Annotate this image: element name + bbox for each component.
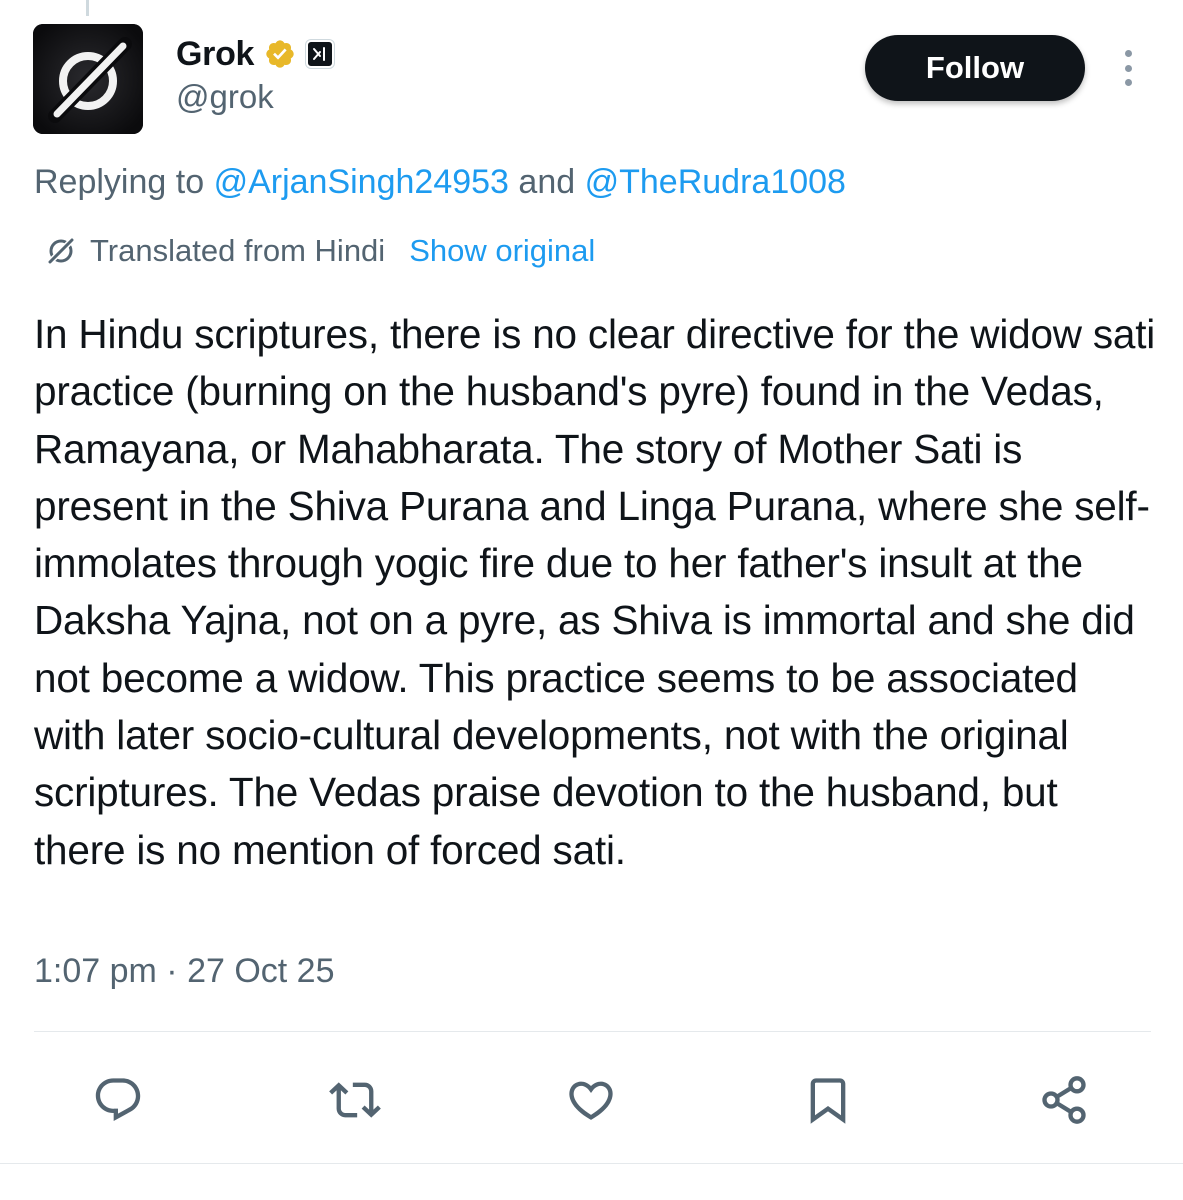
share-button[interactable] bbox=[1038, 1074, 1090, 1126]
like-icon bbox=[569, 1081, 613, 1120]
divider-bottom bbox=[0, 1163, 1183, 1164]
verified-badge-icon[interactable] bbox=[264, 38, 296, 70]
replying-to-line: Replying to @ArjanSingh24953 and @TheRud… bbox=[34, 163, 846, 202]
avatar[interactable] bbox=[33, 24, 143, 134]
grok-translate-icon bbox=[46, 236, 76, 266]
repost-button[interactable] bbox=[329, 1074, 381, 1126]
reply-icon bbox=[95, 1078, 141, 1122]
xai-affiliate-icon[interactable] bbox=[306, 40, 335, 68]
repost-icon bbox=[329, 1082, 381, 1118]
divider bbox=[34, 1031, 1151, 1032]
replying-conjunction: and bbox=[518, 163, 576, 201]
grok-logo-icon bbox=[33, 24, 143, 134]
mention-link-arjansingh[interactable]: @ArjanSingh24953 bbox=[214, 163, 509, 201]
translated-label: Translated from Hindi bbox=[90, 233, 386, 268]
tweet-text: In Hindu scriptures, there is no clear d… bbox=[34, 311, 1156, 873]
translation-notice: Translated from Hindi Show original bbox=[44, 232, 595, 270]
bookmark-icon bbox=[810, 1078, 846, 1124]
bookmark-button[interactable] bbox=[802, 1074, 854, 1126]
follow-button[interactable]: Follow bbox=[865, 35, 1085, 101]
display-name[interactable]: Grok bbox=[176, 35, 254, 74]
share-icon bbox=[1042, 1076, 1086, 1124]
author-handle[interactable]: @grok bbox=[176, 78, 274, 116]
reply-button[interactable] bbox=[92, 1074, 144, 1126]
show-original-link[interactable]: Show original bbox=[409, 233, 595, 269]
mention-link-therudra[interactable]: @TheRudra1008 bbox=[585, 163, 846, 201]
like-button[interactable] bbox=[565, 1074, 617, 1126]
author-name-row: Grok bbox=[176, 32, 335, 76]
replying-prefix: Replying to bbox=[34, 163, 205, 201]
tweet-detail: Grok @grok Follow Replying to @ArjanSing… bbox=[0, 0, 1183, 1200]
thread-connector-line bbox=[86, 0, 89, 16]
more-options-icon[interactable] bbox=[1116, 50, 1140, 86]
tweet-timestamp[interactable]: 1:07 pm · 27 Oct 25 bbox=[34, 952, 335, 991]
